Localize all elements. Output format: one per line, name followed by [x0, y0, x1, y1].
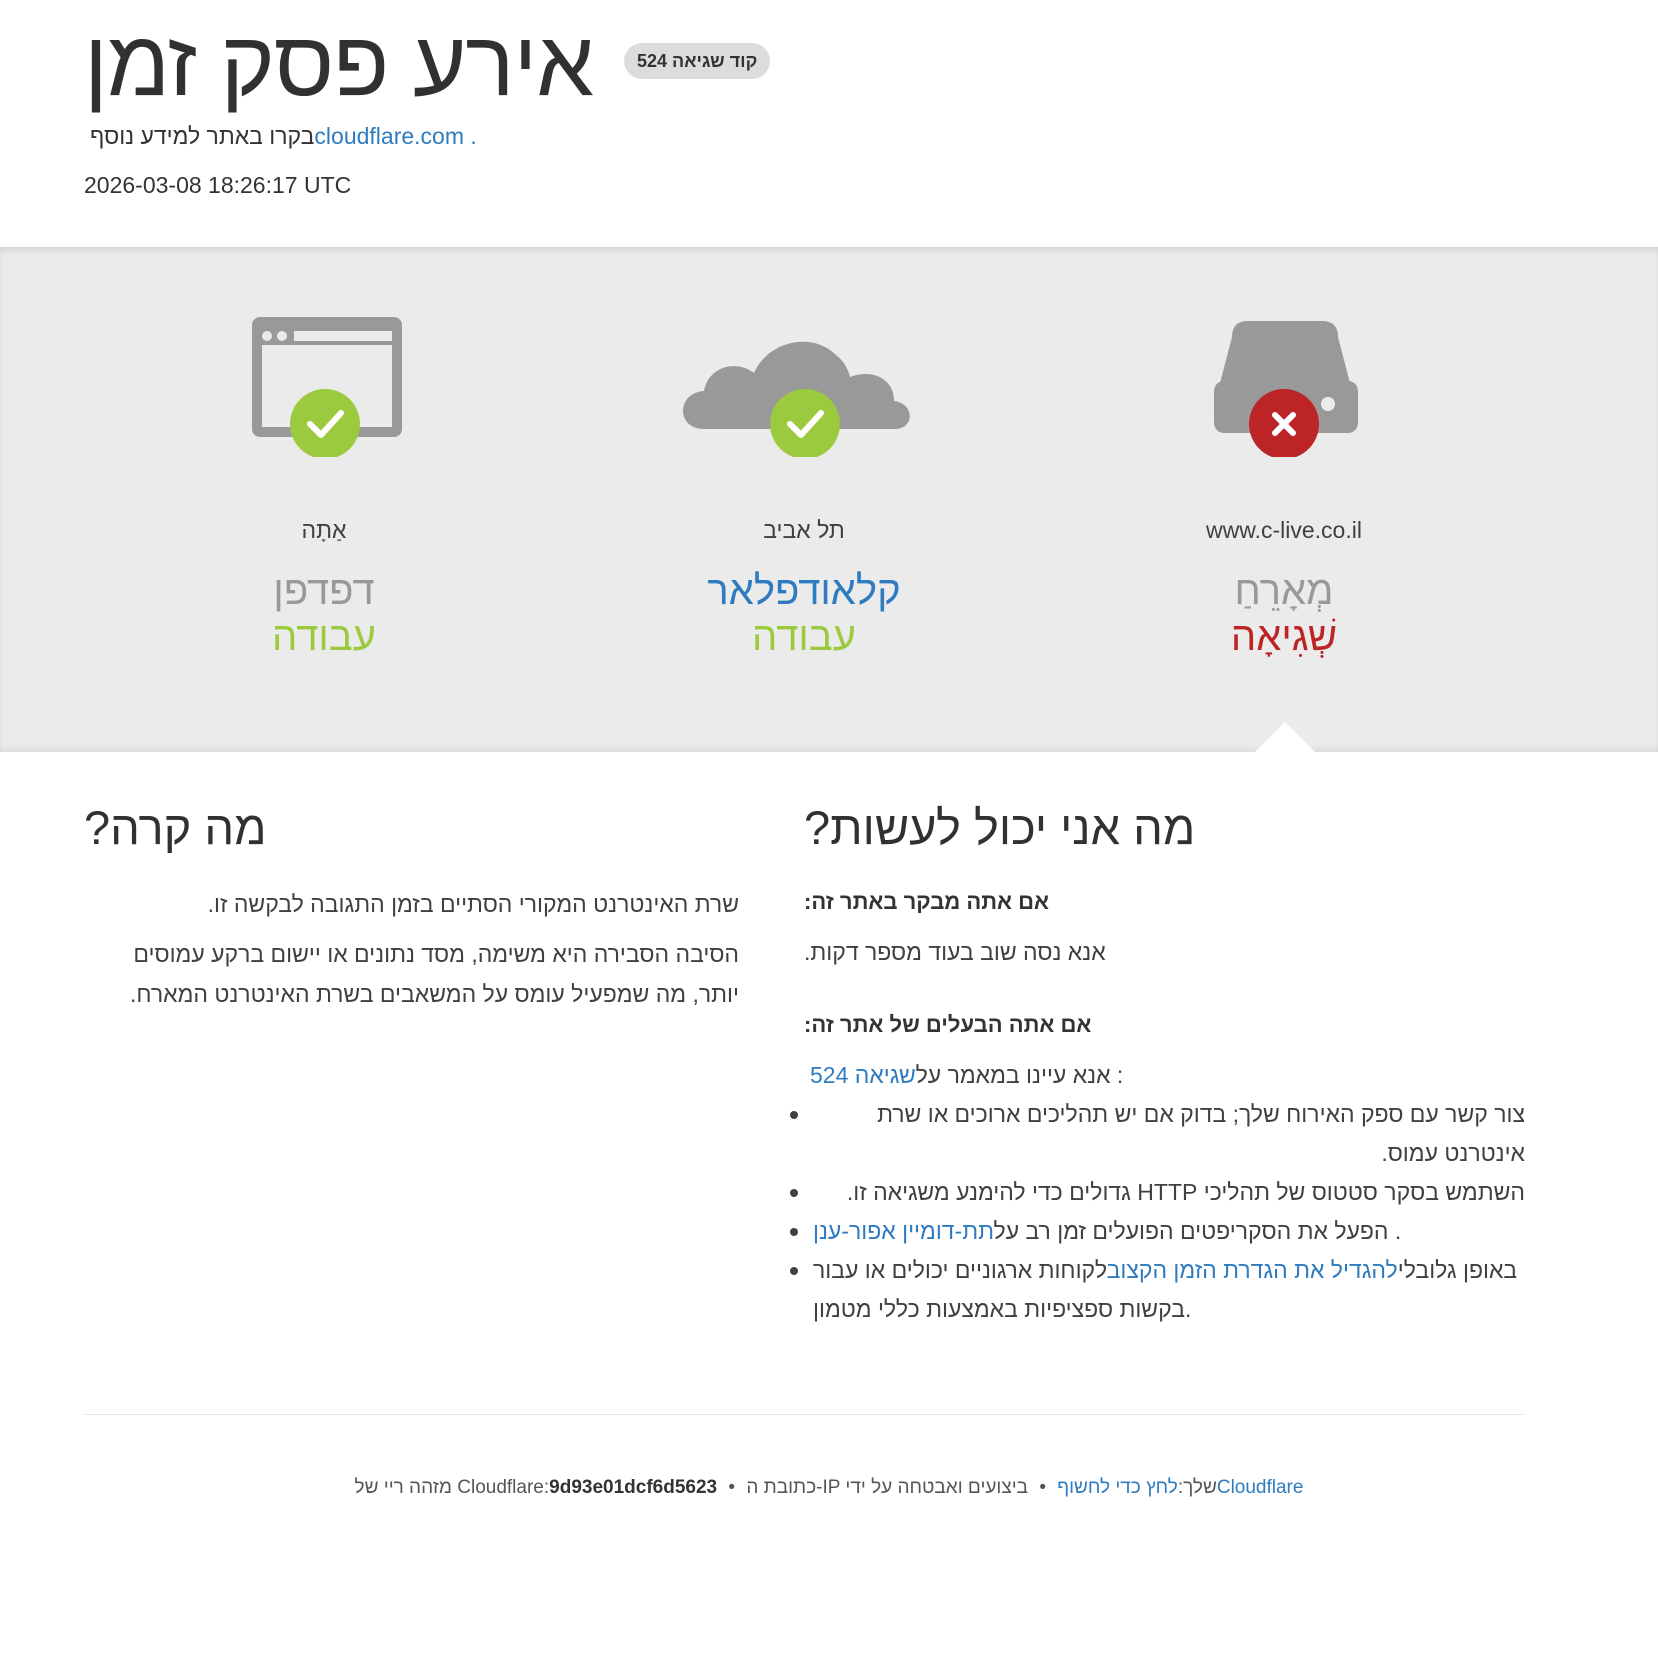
list-item: באופן גלובלילהגדיל את הגדרת הזמן הקצובלק…	[790, 1251, 1525, 1329]
ray-id: 9d93e01dcf6d5623	[549, 1477, 718, 1498]
error-page: אירע פסק זמן קוד שגיאה 524 בקרו באתר למי…	[0, 0, 1658, 1680]
browser-state: עבודה	[272, 615, 376, 659]
status-band: אַתָה דפדפן עבודה תל אביב קלאודפלאר עבוד…	[0, 247, 1658, 752]
footer-separator: •	[728, 1477, 736, 1498]
owner-actions-list: צור קשר עם ספק האירוח שלך; בדוק אם יש תה…	[790, 1095, 1525, 1329]
cloudflare-state: עבודה	[752, 615, 856, 659]
list-item: השתמש בסקר סטטוס של תהליכי HTTP גדולים כ…	[790, 1173, 1525, 1212]
status-host: www.c-live.co.il מְאָרֵחַ שְׁגִיאָה	[1104, 247, 1464, 752]
increase-timeout-link[interactable]: להגדיל את הגדרת הזמן הקצוב	[1107, 1257, 1398, 1283]
timestamp: 2026-03-08 18:26:17 UTC	[84, 172, 352, 198]
server-icon	[1214, 321, 1358, 457]
visit-line: בקרו באתר למידע נוסףcloudflare.com .	[90, 121, 477, 151]
reveal-ip-link[interactable]: לחץ כדי לחשוף	[1057, 1477, 1178, 1498]
browser-window-icon	[252, 317, 402, 457]
status-browser: אַתָה דפדפן עבודה	[144, 247, 504, 752]
host-location: www.c-live.co.il	[1206, 517, 1362, 543]
owner-heading: אם אתה הבעלים של אתר זה:	[804, 1012, 1092, 1037]
status-cloudflare: תל אביב קלאודפלאר עבודה	[624, 247, 984, 752]
cloudflare-footer-link[interactable]: Cloudflare	[1217, 1477, 1304, 1498]
cloudflare-role: קלאודפלאר	[707, 569, 901, 613]
page-title: אירע פסק זמן	[84, 13, 594, 115]
page-header: אירע פסק זמן קוד שגיאה 524 בקרו באתר למי…	[0, 0, 1658, 247]
host-state: שְׁגִיאָה	[1230, 615, 1338, 659]
what-happened-title: מה קרה?	[84, 801, 267, 854]
perf-label: ביצועים ואבטחה על ידי	[845, 1477, 1029, 1498]
check-icon	[770, 389, 840, 457]
footer-divider	[84, 1414, 1524, 1415]
what-can-i-do-title: מה אני יכול לעשות?	[804, 801, 1196, 854]
grey-cloud-subdomain-link[interactable]: תת-דומיין אפור-ענן	[813, 1218, 994, 1244]
x-icon	[1249, 389, 1319, 457]
ray-label: מזהה ריי של Cloudflare:	[354, 1477, 550, 1498]
footer-separator: •	[1039, 1477, 1046, 1498]
browser-location: אַתָה	[301, 517, 347, 543]
error-524-link[interactable]: שגיאה 524	[810, 1062, 916, 1088]
host-role: מְאָרֵחַ	[1234, 569, 1334, 613]
list-item: הפעל את הסקריפטים הפועלים זמן רב עלתת-דו…	[790, 1212, 1525, 1251]
owner-intro: אנא עיינו במאמר עלשגיאה 524 :	[810, 1062, 1124, 1088]
cloudflare-location: תל אביב	[763, 517, 845, 543]
list-item: צור קשר עם ספק האירוח שלך; בדוק אם יש תה…	[790, 1095, 1525, 1173]
cloud-icon	[683, 341, 910, 457]
footer: מזהה ריי של Cloudflare:9d93e01dcf6d5623 …	[0, 1477, 1658, 1499]
browser-role: דפדפן	[273, 569, 375, 613]
band-pointer	[1254, 722, 1316, 753]
cloudflare-link[interactable]: cloudflare.com .	[314, 123, 476, 149]
visit-text: בקרו באתר למידע נוסף	[90, 123, 315, 149]
what-happened-p2: הסיבה הסבירה היא משימה, מסד נתונים או יי…	[130, 941, 739, 1007]
check-icon	[290, 389, 360, 457]
error-code-badge: קוד שגיאה 524	[624, 43, 771, 79]
visitor-heading: אם אתה מבקר באתר זה:	[804, 889, 1049, 914]
what-happened-p1: שרת האינטרנט המקורי הסתיים בזמן התגובה ל…	[207, 891, 739, 917]
visitor-text: אנא נסה שוב בעוד מספר דקות.	[804, 939, 1106, 965]
